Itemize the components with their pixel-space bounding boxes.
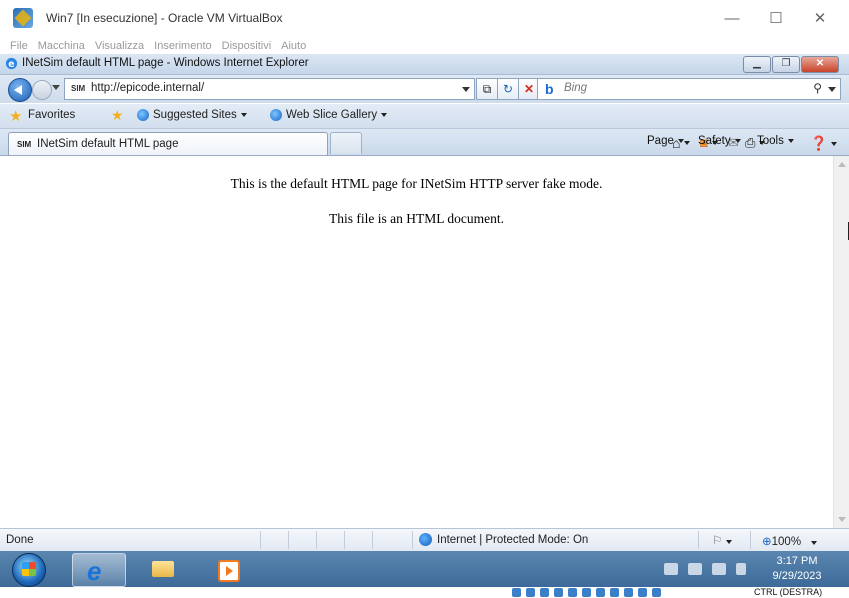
bing-icon: b — [545, 81, 554, 97]
folder-icon — [152, 561, 174, 577]
globe-icon — [419, 533, 432, 546]
page-text-line-2: This file is an HTML document. — [329, 211, 504, 226]
taskbar-media-player-button[interactable] — [204, 553, 256, 585]
compatibility-view-button[interactable]: ⧉ — [476, 78, 498, 100]
tab-active[interactable]: SIM INetSim default HTML page — [8, 132, 328, 155]
menu-safety[interactable]: Safety — [698, 135, 741, 147]
chevron-down-icon — [381, 113, 388, 117]
shared-folder-icon[interactable] — [582, 588, 591, 597]
media-player-icon — [218, 560, 240, 582]
display-settings-icon[interactable] — [596, 588, 605, 597]
chevron-down-icon — [240, 113, 247, 117]
ie-window-title: INetSim default HTML page - Windows Inte… — [22, 57, 309, 69]
page-text-line-1: This is the default HTML page for INetSi… — [230, 176, 603, 191]
minimize-button[interactable]: — — [712, 8, 752, 30]
favorites-star-icon: ★ — [9, 108, 23, 125]
favorites-bar: ★ Favorites ★ Suggested Sites Web Slice … — [0, 104, 849, 129]
usb-icon[interactable] — [568, 588, 577, 597]
refresh-button[interactable]: ↻ — [497, 78, 519, 100]
search-box[interactable]: b Bing ⚲ — [537, 78, 841, 100]
menu-macchina[interactable]: Macchina — [38, 40, 85, 52]
virtualbox-icon — [13, 8, 33, 28]
search-icon[interactable]: ⚲ — [813, 81, 822, 95]
protected-mode-icon[interactable]: ⚐ — [712, 533, 733, 547]
menu-page[interactable]: Page — [647, 135, 684, 147]
action-center-icon[interactable] — [664, 563, 678, 575]
vbox-menubar: File Macchina Visualizza Inserimento Dis… — [0, 37, 849, 54]
host-key-label: CTRL (DESTRA) — [754, 587, 823, 597]
zoom-level[interactable]: ⊕100% — [762, 534, 818, 548]
status-bar: Done Internet | Protected Mode: On ⚐ ⊕10… — [0, 528, 849, 551]
recording-icon[interactable] — [610, 588, 619, 597]
menu-file[interactable]: File — [10, 40, 28, 52]
ie-titlebar: e INetSim default HTML page - Windows In… — [0, 54, 849, 75]
network-adapter-icon[interactable] — [554, 588, 563, 597]
scroll-up-icon[interactable] — [838, 162, 846, 167]
add-favorite-icon[interactable]: ★ — [111, 107, 124, 124]
ie-restore-button[interactable]: ❐ — [772, 56, 800, 73]
clock-time: 3:17 PM — [776, 555, 818, 567]
ie-logo-icon: e — [5, 57, 18, 70]
maximize-button[interactable]: ☐ — [756, 8, 796, 30]
tab-favicon: SIM — [17, 140, 32, 149]
taskbar-explorer-button[interactable] — [136, 553, 188, 585]
search-placeholder[interactable]: Bing — [564, 82, 587, 94]
new-tab-button[interactable] — [330, 132, 362, 154]
menu-dispositivi[interactable]: Dispositivi — [222, 40, 272, 52]
svg-text:e: e — [8, 59, 14, 70]
favorites-button[interactable]: Favorites — [28, 109, 75, 121]
address-bar[interactable]: SIM http://epicode.internal/ — [64, 78, 475, 100]
taskbar-ie-button[interactable]: e — [72, 553, 126, 587]
fav-link-suggested-sites[interactable]: Suggested Sites — [137, 109, 247, 121]
address-url[interactable]: http://epicode.internal/ — [91, 82, 204, 94]
menu-aiuto[interactable]: Aiuto — [281, 40, 306, 52]
close-button[interactable]: ✕ — [800, 8, 840, 30]
audio-icon[interactable] — [540, 588, 549, 597]
menu-visualizza[interactable]: Visualizza — [95, 40, 144, 52]
zoom-icon: ⊕ — [762, 536, 772, 548]
search-options-icon[interactable] — [828, 87, 836, 92]
navigation-bar: SIM http://epicode.internal/ ⧉ ↻ ✕ b Bin… — [0, 75, 849, 103]
system-clock[interactable]: 3:17 PM 9/29/2023 — [762, 554, 832, 584]
keyboard-icon[interactable] — [652, 588, 661, 597]
ie-taskbar-icon: e — [87, 556, 102, 586]
menu-inserimento[interactable]: Inserimento — [154, 40, 211, 52]
scroll-down-icon[interactable] — [838, 517, 846, 522]
help-icon[interactable]: ❓ — [810, 135, 838, 152]
optical-drive-icon[interactable] — [526, 588, 535, 597]
status-text: Done — [6, 534, 34, 546]
forward-button[interactable] — [32, 80, 52, 100]
address-dropdown-icon[interactable] — [462, 87, 470, 92]
vbox-window-title: Win7 [In esecuzione] - Oracle VM Virtual… — [46, 11, 283, 25]
security-zone[interactable]: Internet | Protected Mode: On — [419, 533, 588, 546]
ie-close-button[interactable]: ✕ — [801, 56, 839, 73]
tab-title: INetSim default HTML page — [37, 138, 179, 150]
network-icon[interactable] — [688, 563, 702, 575]
clock-date: 9/29/2023 — [772, 570, 822, 582]
menu-tools[interactable]: Tools — [757, 135, 794, 147]
ie-page-icon — [270, 109, 282, 121]
ie-page-icon — [137, 109, 149, 121]
favorites-label: Favorites — [28, 109, 76, 121]
back-button[interactable] — [8, 78, 32, 102]
start-button[interactable] — [12, 553, 46, 587]
windows-taskbar: e 3:17 PM 9/29/2023 — [0, 551, 849, 587]
ie-minimize-button[interactable]: ▁ — [743, 56, 771, 73]
cpu-icon[interactable] — [624, 588, 633, 597]
recent-pages-dropdown[interactable] — [52, 85, 60, 90]
vbox-titlebar: Win7 [In esecuzione] - Oracle VM Virtual… — [0, 0, 849, 37]
hdd-icon[interactable] — [512, 588, 521, 597]
site-favicon: SIM — [71, 84, 86, 93]
page-content: This is the default HTML page for INetSi… — [0, 156, 833, 528]
vertical-scrollbar[interactable] — [833, 156, 849, 528]
mouse-integration-icon[interactable] — [638, 588, 647, 597]
display-icon[interactable] — [712, 563, 726, 575]
fav-link-web-slice-gallery[interactable]: Web Slice Gallery — [270, 109, 388, 121]
security-zone-text: Internet | Protected Mode: On — [437, 533, 589, 546]
volume-icon[interactable] — [736, 563, 746, 575]
vbox-status-strip: CTRL (DESTRA) — [0, 587, 849, 598]
tab-command-bar: SIM INetSim default HTML page ⌂ ◙ ✉ ⎙ Pa… — [0, 129, 849, 156]
